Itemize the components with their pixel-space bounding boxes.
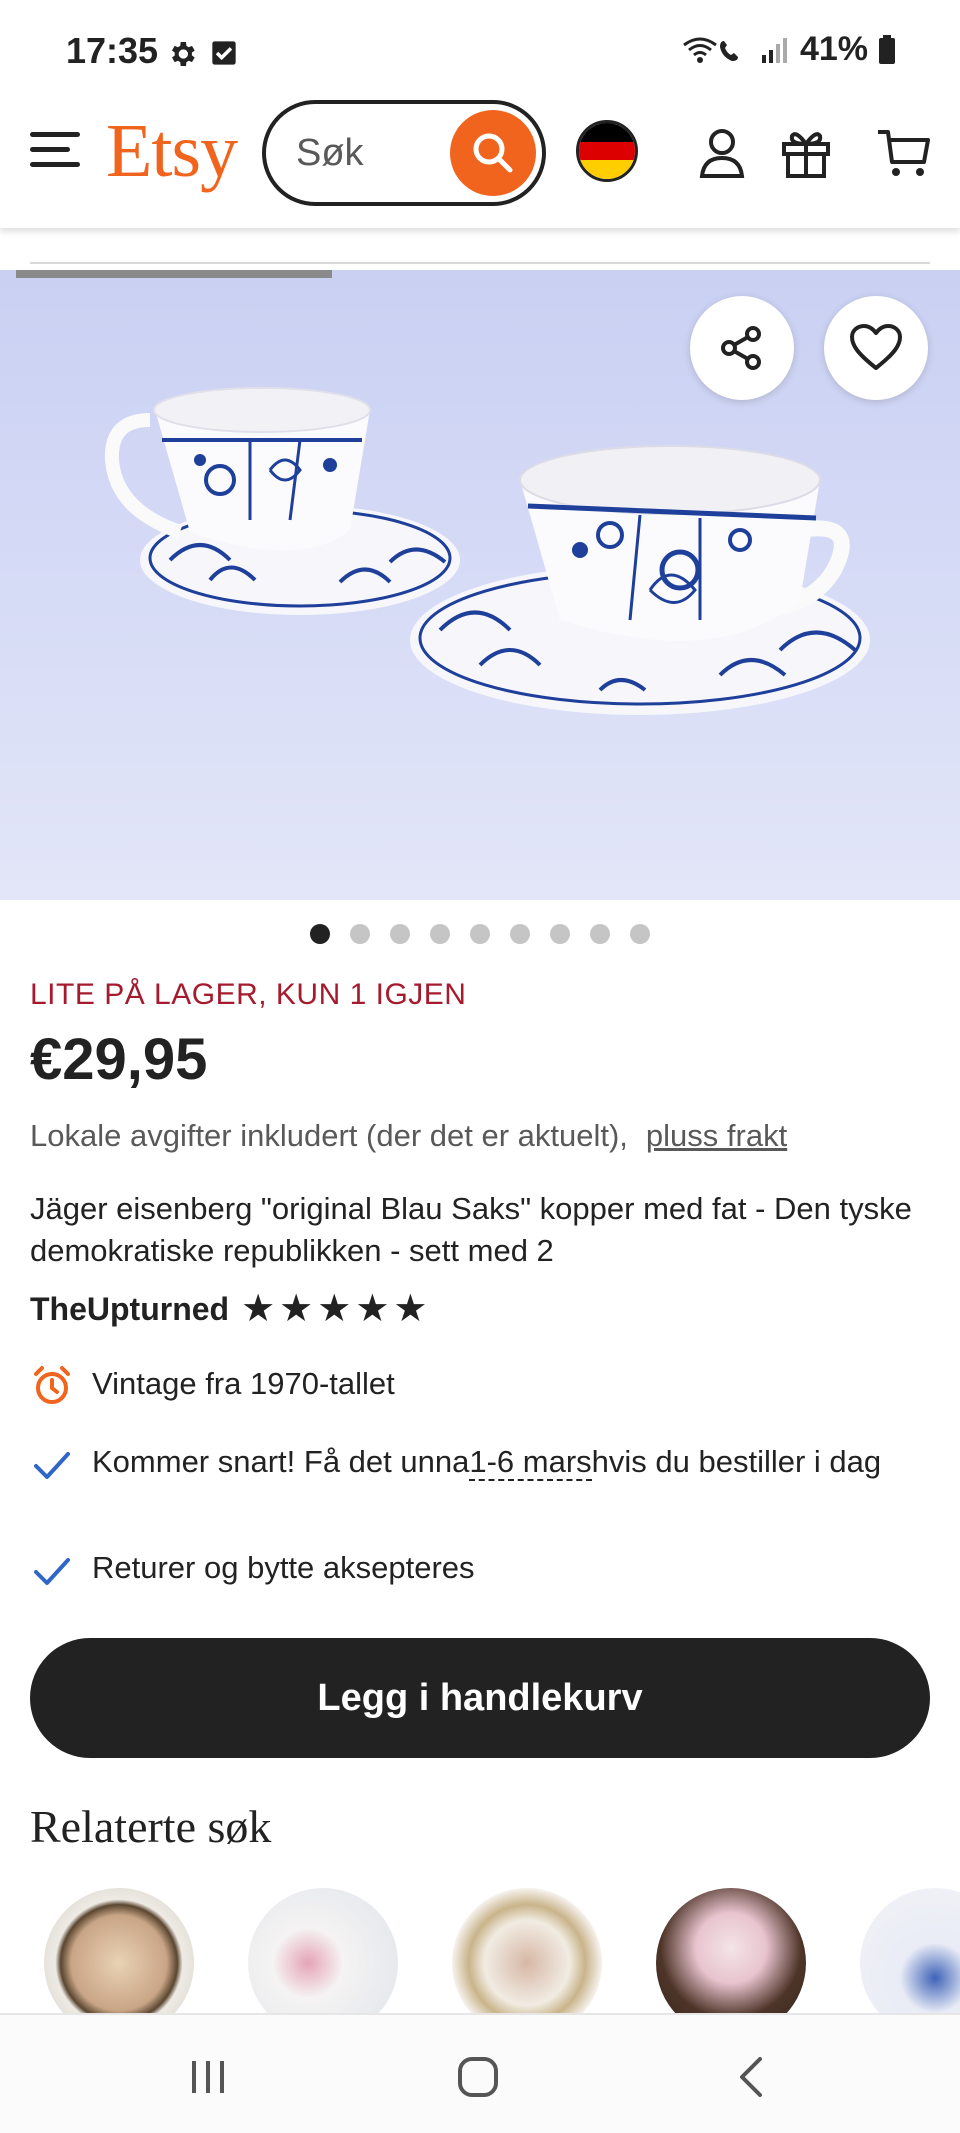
related-thumb[interactable] xyxy=(656,1888,806,2014)
checkmark-icon xyxy=(34,1452,70,1479)
delivery-prefix: Kommer snart! Få det unna xyxy=(92,1444,470,1479)
related-thumb[interactable] xyxy=(452,1888,602,2014)
carousel-dot[interactable] xyxy=(310,924,330,944)
carousel-dot[interactable] xyxy=(630,924,650,944)
system-nav-bar xyxy=(0,2013,960,2133)
status-time: 17:35 xyxy=(66,30,159,71)
star-icon: ★ xyxy=(241,1288,276,1330)
seller-row[interactable]: TheUpturned ★ ★ ★ ★ ★ xyxy=(30,1290,427,1328)
carousel-dot[interactable] xyxy=(510,924,530,944)
returns-text: Returer og bytte aksepteres xyxy=(92,1550,475,1585)
tax-note-text: Lokale avgifter inkludert (der det er ak… xyxy=(30,1118,628,1153)
share-button[interactable] xyxy=(690,296,794,400)
heart-icon xyxy=(850,324,902,370)
rating-stars: ★ ★ ★ ★ ★ xyxy=(241,1290,427,1328)
cart-icon[interactable] xyxy=(876,124,932,180)
delivery-feature: Kommer snart! Få det unna1-6 marshvis du… xyxy=(30,1440,930,1486)
divider xyxy=(30,262,930,264)
signal-icon xyxy=(761,37,787,63)
delivery-suffix: hvis du bestiller i dag xyxy=(591,1444,882,1479)
star-icon: ★ xyxy=(317,1288,352,1330)
home-icon[interactable] xyxy=(456,2055,500,2099)
search-button[interactable] xyxy=(450,110,536,196)
returns-feature: Returer og bytte aksepteres xyxy=(30,1546,930,1592)
star-icon: ★ xyxy=(355,1288,390,1330)
add-to-cart-button[interactable]: Legg i handlekurv xyxy=(30,1638,930,1758)
search-bar[interactable] xyxy=(262,100,546,206)
related-thumb[interactable] xyxy=(44,1888,194,2014)
search-icon xyxy=(473,133,513,173)
menu-icon[interactable] xyxy=(30,132,80,172)
back-icon[interactable] xyxy=(730,2055,774,2099)
price: €29,95 xyxy=(30,1027,208,1092)
germany-flag-icon[interactable] xyxy=(576,120,638,182)
stock-notice: LITE PÅ LAGER, KUN 1 IGJEN xyxy=(30,978,467,1011)
account-icon[interactable] xyxy=(694,124,750,180)
favorite-button[interactable] xyxy=(824,296,928,400)
listing-title: Jäger eisenberg "original Blau Saks" kop… xyxy=(30,1191,912,1268)
carousel-dot[interactable] xyxy=(470,924,490,944)
wifi-call-icon xyxy=(683,37,738,63)
delivery-text: Kommer snart! Få det unna1-6 marshvis du… xyxy=(92,1440,881,1484)
battery-icon xyxy=(879,34,895,64)
shipping-link[interactable]: pluss frakt xyxy=(646,1118,787,1153)
listing-image-carousel[interactable] xyxy=(0,270,960,900)
carousel-dot[interactable] xyxy=(590,924,610,944)
alarm-clock-icon xyxy=(34,1366,70,1404)
gift-icon[interactable] xyxy=(778,124,834,180)
listing-image xyxy=(104,387,870,715)
carousel-dots[interactable] xyxy=(0,924,960,944)
checkmark-icon xyxy=(34,1558,70,1585)
star-icon: ★ xyxy=(393,1288,428,1330)
related-searches-list[interactable] xyxy=(44,1888,960,2014)
seller-name[interactable]: TheUpturned xyxy=(30,1291,229,1328)
battery-level: 41% xyxy=(799,30,868,68)
star-icon: ★ xyxy=(279,1288,314,1330)
check-square-icon xyxy=(212,41,236,65)
status-bar: 17:35 41% xyxy=(0,0,960,100)
related-thumb[interactable] xyxy=(860,1888,960,2014)
carousel-dot[interactable] xyxy=(550,924,570,944)
search-input[interactable] xyxy=(296,128,436,178)
etsy-logo[interactable]: Etsy xyxy=(106,108,238,195)
delivery-dates[interactable]: 1-6 mars xyxy=(469,1444,592,1481)
carousel-dot[interactable] xyxy=(350,924,370,944)
share-icon xyxy=(721,326,761,370)
related-thumb[interactable] xyxy=(248,1888,398,2014)
gear-icon xyxy=(172,42,195,66)
related-searches-title: Relaterte søk xyxy=(30,1801,272,1852)
recent-apps-icon[interactable] xyxy=(186,2055,230,2099)
carousel-dot[interactable] xyxy=(390,924,410,944)
vintage-feature: Vintage fra 1970-tallet xyxy=(30,1362,930,1408)
carousel-dot[interactable] xyxy=(430,924,450,944)
vintage-text: Vintage fra 1970-tallet xyxy=(92,1366,395,1401)
tax-note: Lokale avgifter inkludert (der det er ak… xyxy=(30,1118,787,1154)
